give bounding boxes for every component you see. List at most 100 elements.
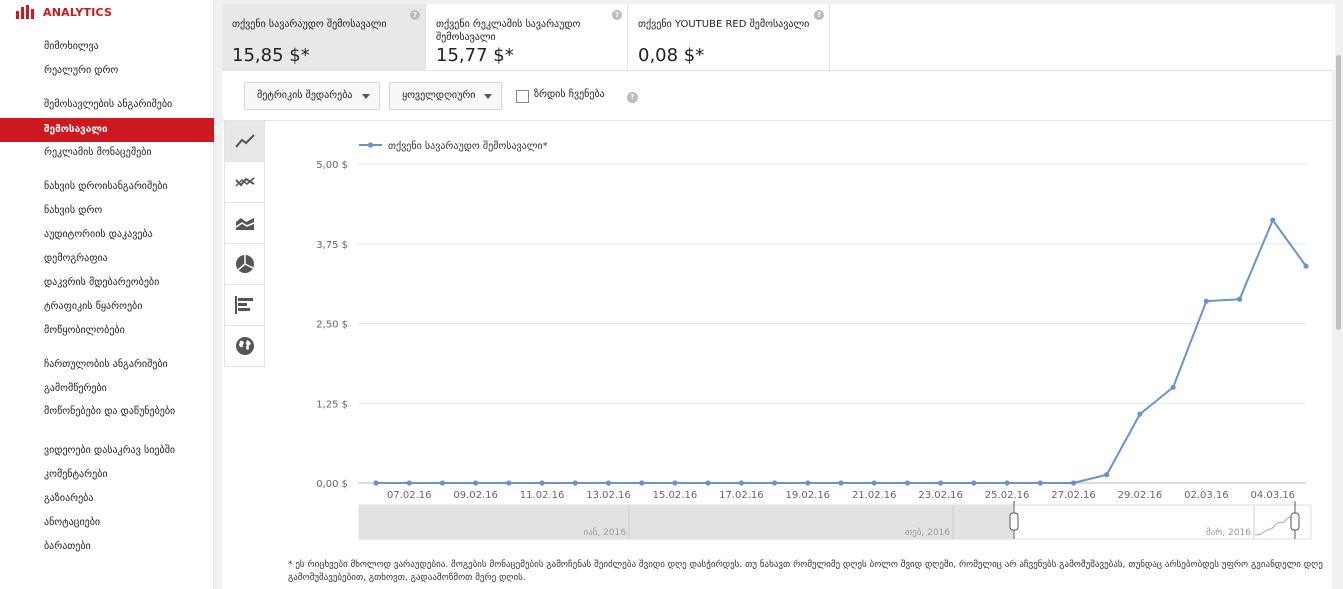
data-point: [771, 480, 778, 486]
sidebar-item-label: ნახვის დრო: [44, 205, 103, 216]
sidebar-item-realtime[interactable]: რეალური დრო: [0, 59, 214, 83]
metric-tile-label: თქვენი YOUTUBE RED შემოსავალი: [638, 19, 810, 30]
x-tick-label: 21.02.16: [852, 490, 897, 501]
x-tick-label: 07.02.16: [387, 490, 432, 501]
revenue-line-chart: 0,00 $ 1,25 $ 2,50 $ 3,75 $ 5,00 $ 07.02.16 09…: [316, 140, 1312, 540]
sidebar-item-watch-time-reports[interactable]: ნახვის დროისანგარიშები: [0, 175, 214, 199]
x-tick-label: 27.02.16: [1051, 490, 1096, 501]
sidebar-item-label: გამომწერები: [44, 383, 107, 394]
x-tick-label: 25.02.16: [985, 490, 1030, 501]
sidebar-item-label: რეკლამის მონაცემები: [44, 147, 152, 158]
sidebar-item-audience-retention[interactable]: აუდიტორიის დაკავება: [0, 223, 214, 247]
metric-tile-youtube-red-revenue[interactable]: თქვენი YOUTUBE RED შემოსავალი 0,08 $* ?: [628, 4, 830, 70]
sidebar-item-label: მიმოხილვა: [44, 41, 99, 52]
y-tick-label: 5,00 $: [316, 160, 348, 171]
navigator-month-label: თებ, 2016: [905, 527, 950, 538]
sidebar-item-label: დაკვრის მდებარეობები: [44, 277, 160, 288]
data-point: [572, 480, 578, 486]
sidebar-item-playback-locations[interactable]: დაკვრის მდებარეობები: [0, 271, 214, 295]
data-point: [1070, 480, 1077, 486]
metric-tile-label: თქვენი სავარაუდო შემოსავალი: [232, 19, 387, 30]
sidebar-item-sharing[interactable]: გაზიარება: [0, 487, 214, 511]
data-point: [1104, 472, 1110, 478]
sidebar-item-devices[interactable]: მოწყობილობები: [0, 319, 214, 343]
sidebar-item-videos-in-playlists[interactable]: ვიდეოები დასაკრავ სიებში: [0, 439, 214, 463]
x-tick-label: 09.02.16: [453, 490, 498, 501]
metric-tile-ad-revenue[interactable]: თქვენი რეკლამის სავარაუდო შემოსავალი 15,…: [426, 4, 628, 70]
help-icon[interactable]: ?: [814, 10, 824, 20]
data-point: [672, 480, 678, 486]
sidebar-item-label: ჩართულობის ანგარიშები: [44, 359, 168, 370]
sidebar-item-cards[interactable]: ბარათები: [0, 535, 214, 559]
data-point: [871, 480, 877, 486]
sidebar-item-label: ტრაფიკის წყაროები: [44, 301, 143, 312]
sidebar-item-watch-time[interactable]: ნახვის დრო: [0, 199, 214, 223]
sidebar-item-demographics[interactable]: დემოგრაფია: [0, 247, 214, 271]
data-point: [971, 480, 977, 486]
sidebar-item-revenue-reports[interactable]: შემოსავლების ანგარიშები: [0, 93, 214, 117]
legend-label: თქვენი სავარაუდო შემოსავალი*: [388, 140, 548, 152]
x-tick-label: 04.03.16: [1251, 490, 1296, 501]
y-tick-label: 1,25 $: [316, 399, 348, 410]
revenue-footnote: * ეს რიცხვები მხოლოდ ვარაუდებია. მოგების…: [288, 560, 1323, 583]
data-point: [805, 480, 811, 486]
help-icon[interactable]: ?: [612, 10, 622, 20]
analytics-bars-icon: [16, 5, 34, 19]
y-tick-label: 2,50 $: [316, 320, 348, 331]
navigator-month-label: მარ, 2016: [1206, 527, 1251, 538]
sidebar-item-subscribers[interactable]: გამომწერები: [0, 377, 214, 401]
sidebar-item-label: შემოსავალი: [44, 124, 108, 135]
navigator-handle: [1009, 512, 1019, 531]
sidebar-item-engagement-reports[interactable]: ჩართულობის ანგარიშები: [0, 353, 214, 377]
data-point: [506, 480, 512, 486]
metric-tile-value: 0,08 $*: [638, 45, 705, 66]
data-point: [1270, 217, 1276, 223]
sidebar-item-traffic-sources[interactable]: ტრაფიკის წყაროები: [0, 295, 214, 319]
navigator-month-label: იან, 2016: [583, 527, 626, 538]
report-panel: მეტრიკის შედარება ყოველდღიური ზრდის ჩვენ…: [222, 70, 1332, 589]
sidebar: ANALYTICS მიმოხილვა რეალური დრო შემოსავლ…: [0, 0, 214, 589]
sidebar-item-label: მოწონებები და დაწუნებები: [44, 406, 176, 417]
sidebar-item-label: ანოტაციები: [44, 517, 101, 528]
analytics-brand[interactable]: ANALYTICS: [16, 4, 112, 20]
data-point: [406, 480, 412, 486]
scrollbar-thumb[interactable]: [1336, 55, 1341, 330]
x-tick-label: 17.02.16: [719, 490, 764, 501]
brand-label: ANALYTICS: [43, 5, 113, 19]
legend-marker: [367, 142, 374, 148]
sidebar-item-label: ვიდეოები დასაკრავ სიებში: [44, 445, 176, 456]
sidebar-item-comments[interactable]: კომენტარები: [0, 463, 214, 487]
data-point: [1303, 263, 1309, 269]
x-tick-label: 15.02.16: [653, 490, 698, 501]
navigator-handle: [1290, 512, 1300, 531]
data-point: [904, 480, 911, 486]
sidebar-item-label: კომენტარები: [44, 469, 108, 480]
data-point: [473, 480, 479, 486]
data-point: [838, 480, 844, 486]
data-point: [639, 480, 645, 486]
sidebar-item-annotations[interactable]: ანოტაციები: [0, 511, 214, 535]
sidebar-item-ad-rates[interactable]: რეკლამის მონაცემები: [0, 141, 214, 165]
sidebar-item-likes-dislikes[interactable]: მოწონებები და დაწუნებები: [0, 402, 180, 436]
sidebar-item-label: მოწყობილობები: [44, 325, 125, 336]
data-point: [373, 480, 379, 486]
sidebar-item-label: დემოგრაფია: [44, 253, 108, 264]
sidebar-item-label: ნახვის დროისანგარიშები: [44, 181, 168, 192]
sidebar-item-label: რეალური დრო: [44, 65, 119, 76]
metric-tile-estimated-revenue[interactable]: თქვენი სავარაუდო შემოსავალი 15,85 $* ?: [222, 4, 426, 70]
series-line: [376, 218, 1307, 484]
data-point: [439, 480, 446, 486]
metric-tile-value: 15,77 $*: [436, 45, 514, 66]
page-scrollbar[interactable]: [1335, 0, 1343, 589]
sidebar-item-overview[interactable]: მიმოხილვა: [0, 35, 214, 59]
data-point: [539, 480, 545, 486]
metric-tile-empty: [830, 4, 1335, 70]
metric-tile-label: თქვენი რეკლამის სავარაუდო შემოსავალი: [436, 19, 581, 43]
metric-tile-value: 15,85 $*: [232, 45, 310, 66]
data-point: [1170, 384, 1176, 390]
help-icon[interactable]: ?: [410, 10, 420, 20]
sidebar-item-revenue[interactable]: შემოსავალი: [0, 118, 214, 142]
x-tick-label: 29.02.16: [1118, 490, 1163, 501]
sidebar-item-label: ბარათები: [44, 541, 91, 552]
x-tick-label: 23.02.16: [918, 490, 963, 501]
